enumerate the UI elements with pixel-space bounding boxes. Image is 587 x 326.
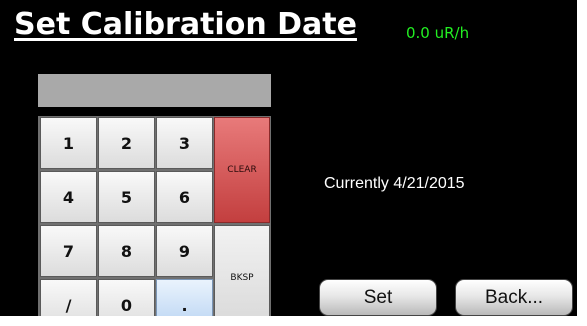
key-8[interactable]: 8 [98,225,155,277]
backspace-key[interactable]: BKSP [214,225,270,316]
current-date-label: Currently 4/21/2015 [324,175,465,192]
key-2[interactable]: 2 [98,117,155,169]
key-6[interactable]: 6 [156,171,213,223]
key-5[interactable]: 5 [98,171,155,223]
back-button[interactable]: Back... [455,279,573,316]
clear-key[interactable]: CLEAR [214,117,270,223]
calibration-screen: Set Calibration Date 0.0 uR/h 1 2 3 CLEA… [0,0,577,316]
key-slash[interactable]: / [40,279,97,316]
set-button[interactable]: Set [319,279,437,316]
date-entry-display [38,74,271,107]
key-4[interactable]: 4 [40,171,97,223]
key-dot[interactable]: . [156,279,213,316]
key-7[interactable]: 7 [40,225,97,277]
dose-rate-readout: 0.0 uR/h [406,24,470,42]
numeric-keypad: 1 2 3 CLEAR 4 5 6 7 8 9 BKSP / 0 . [38,116,271,316]
key-9[interactable]: 9 [156,225,213,277]
page-title: Set Calibration Date [14,7,357,42]
key-1[interactable]: 1 [40,117,97,169]
key-0[interactable]: 0 [98,279,155,316]
key-3[interactable]: 3 [156,117,213,169]
